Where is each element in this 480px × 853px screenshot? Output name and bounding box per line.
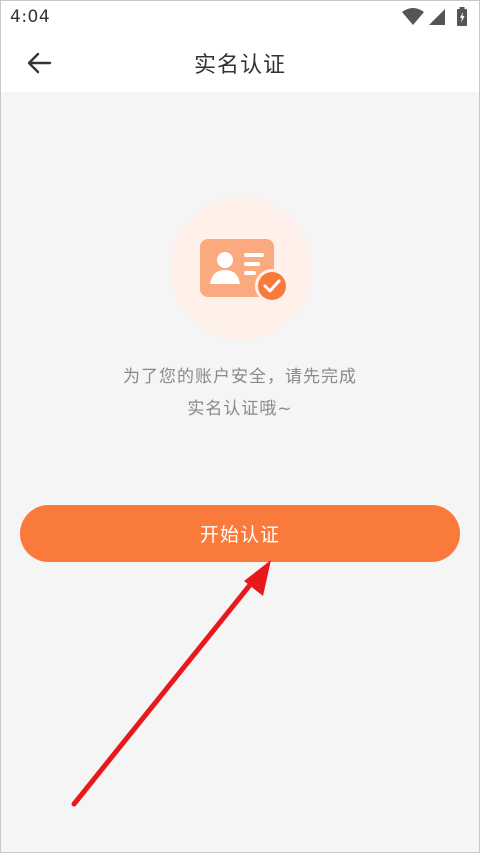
start-verification-button[interactable]: 开始认证 (20, 505, 460, 562)
screen-border (0, 0, 480, 853)
page-title: 实名认证 (193, 53, 286, 78)
hero-illustration (170, 197, 312, 339)
id-card-check-icon (200, 239, 289, 303)
nav-bar: 实名认证 (0, 34, 480, 92)
signal-icon (429, 9, 445, 25)
battery-icon (457, 7, 467, 26)
wifi-icon (402, 8, 424, 25)
annotation-arrow (71, 560, 271, 807)
status-bar: 4:04 (0, 0, 480, 34)
status-time: 4:04 (10, 7, 51, 27)
message-line-2: 实名认证哦~ (187, 399, 293, 419)
message-line-1: 为了您的账户安全，请先完成 (123, 367, 357, 387)
